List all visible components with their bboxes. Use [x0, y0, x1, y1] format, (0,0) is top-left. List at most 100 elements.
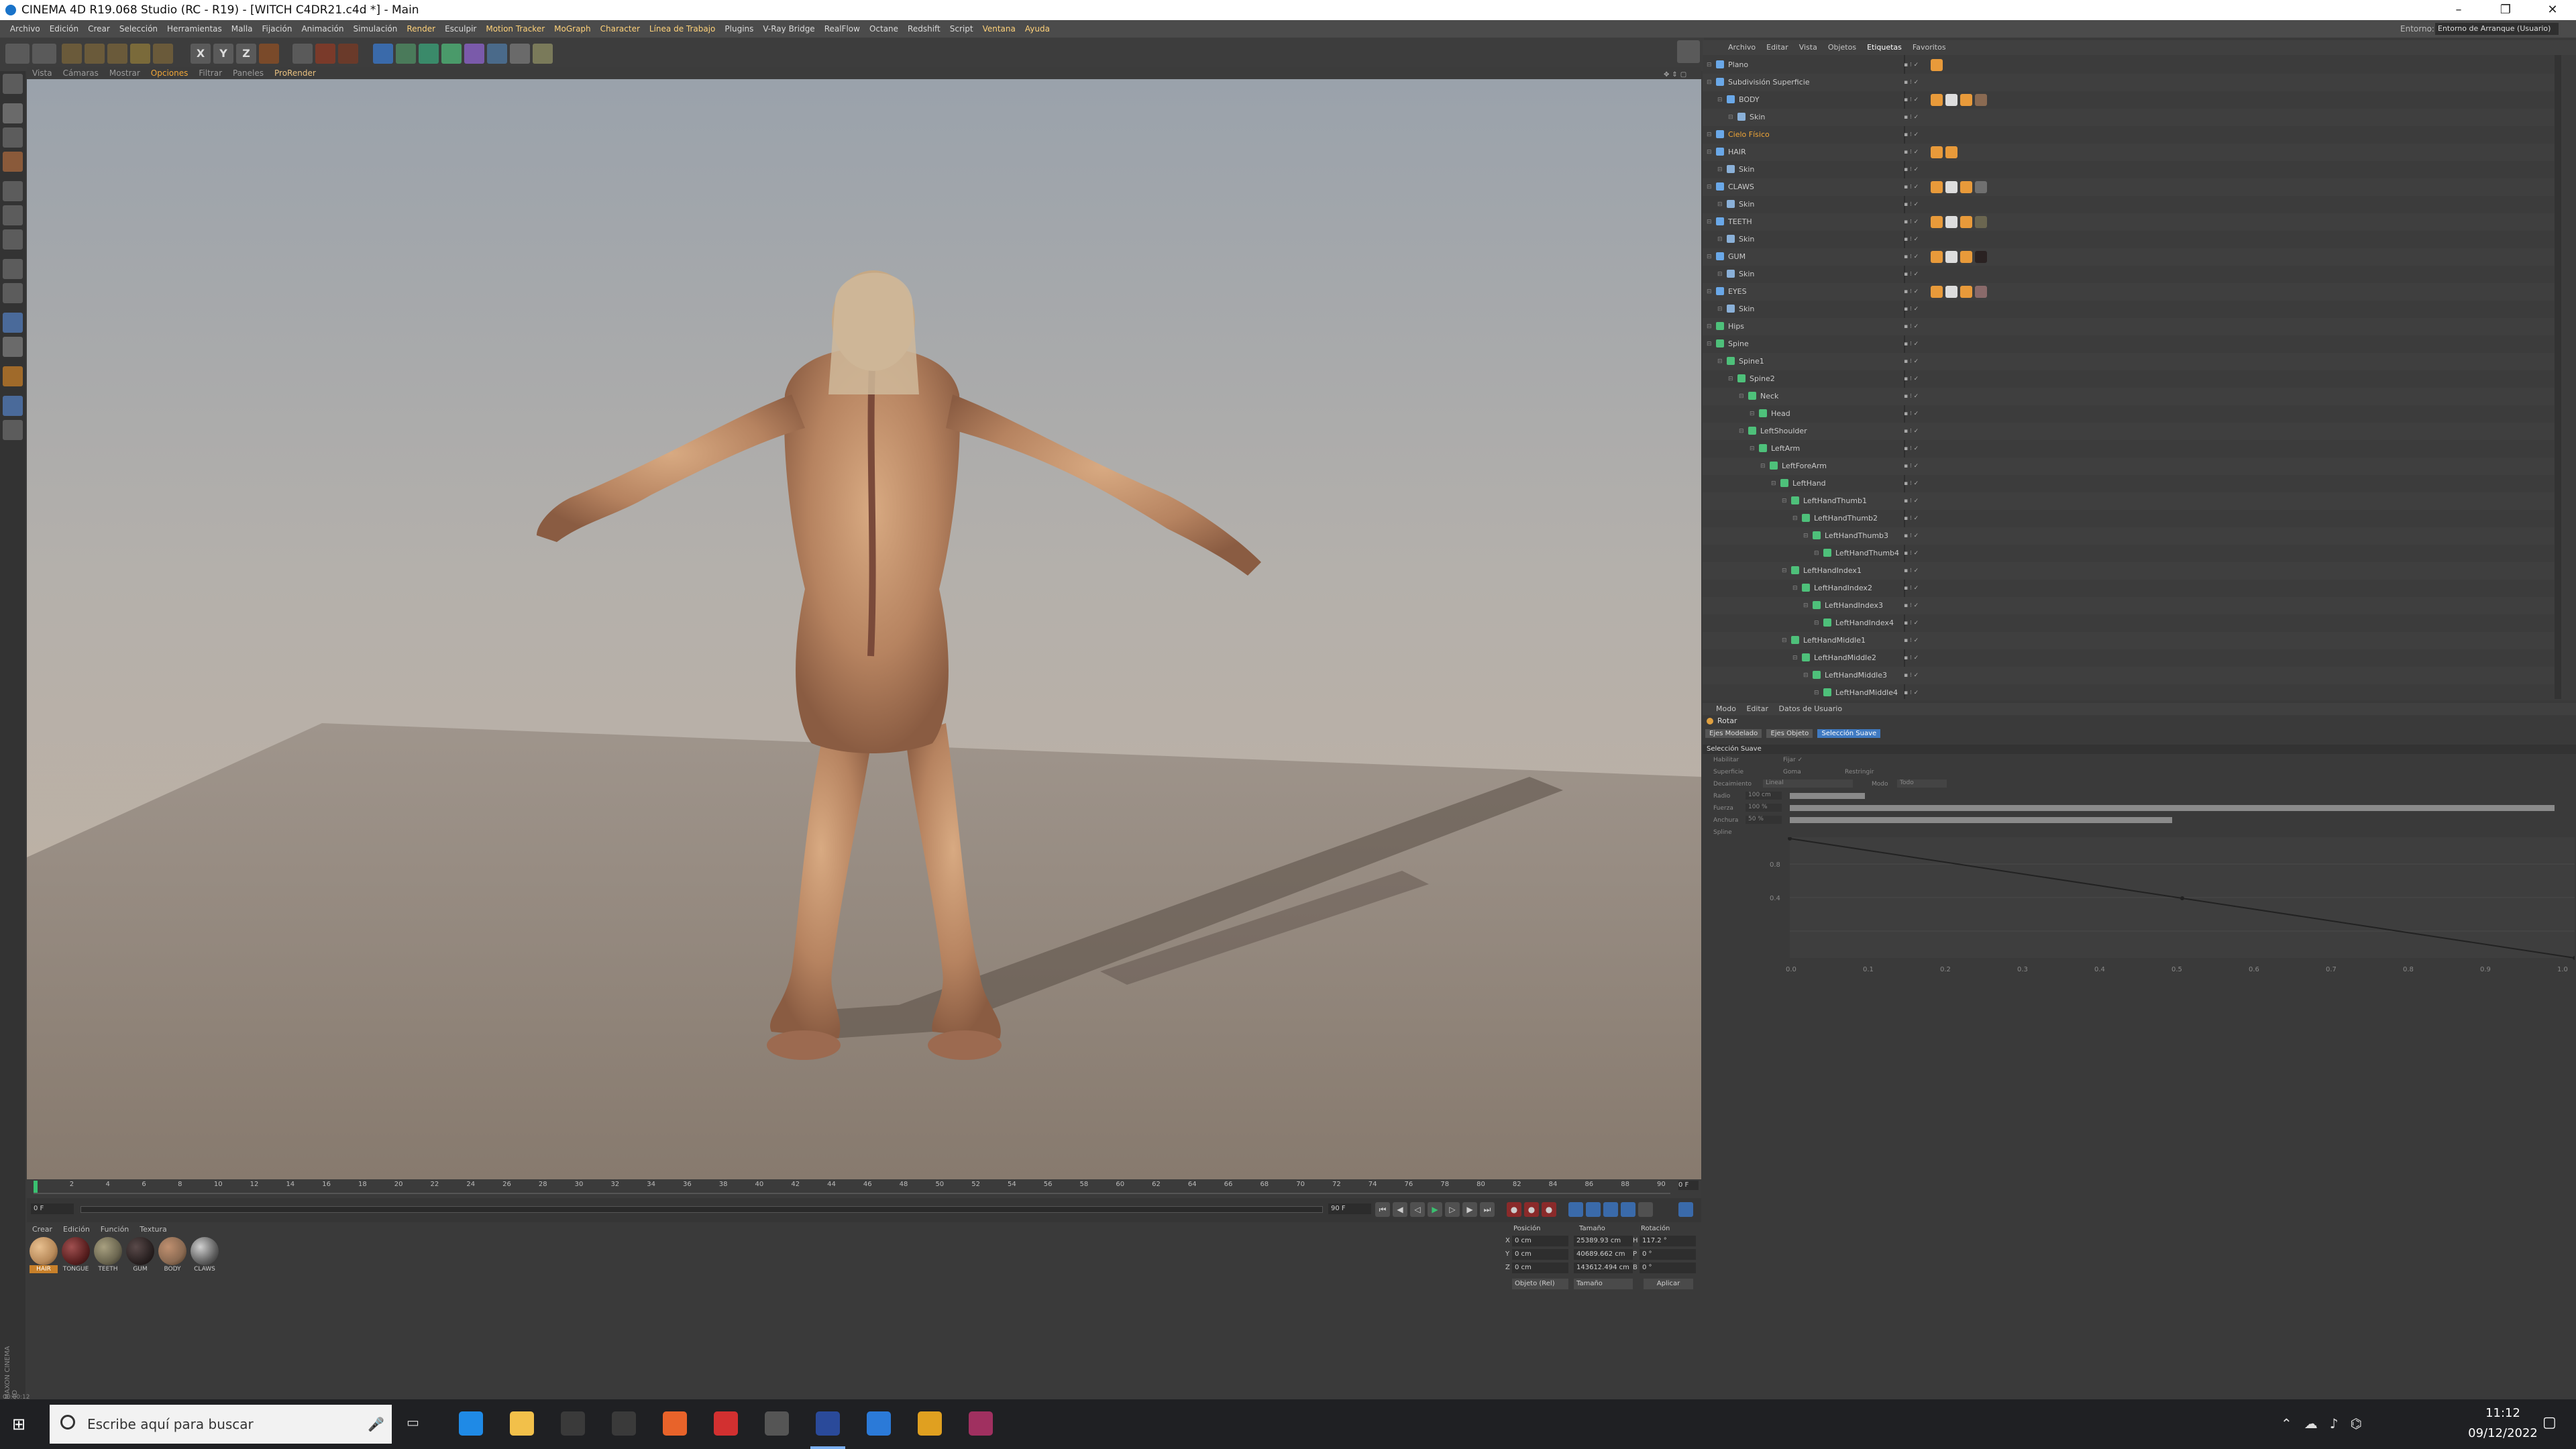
- material-menu-funcion[interactable]: Función: [95, 1224, 134, 1236]
- menu-linea-de-trabajo[interactable]: Línea de Trabajo: [645, 20, 720, 38]
- expand-toggle-icon[interactable]: ⊟: [1717, 91, 1723, 109]
- menu-render[interactable]: Render: [402, 20, 440, 38]
- expand-toggle-icon[interactable]: ⊟: [1707, 126, 1712, 144]
- render-settings-button[interactable]: [338, 44, 358, 64]
- expand-toggle-icon[interactable]: ⊟: [1728, 109, 1733, 126]
- object-row[interactable]: ⊟ LeftHandMiddle4 ▪ ⁝ ✓: [1703, 684, 2555, 700]
- decaimiento-dropdown[interactable]: Lineal: [1763, 780, 1853, 788]
- tag-icon[interactable]: [1960, 251, 1972, 263]
- layer-button[interactable]: [3, 420, 23, 440]
- tag-icon[interactable]: [1975, 216, 1987, 228]
- expand-toggle-icon[interactable]: ⊟: [1782, 492, 1787, 510]
- subdivision-button[interactable]: [419, 44, 439, 64]
- expand-toggle-icon[interactable]: ⊟: [1717, 266, 1723, 283]
- visibility-flags-icon[interactable]: ▪ ⁝ ✓: [1904, 550, 1920, 557]
- tab-ejes-modelado[interactable]: Ejes Modelado: [1705, 729, 1762, 738]
- playhead[interactable]: [34, 1181, 38, 1193]
- menu-malla[interactable]: Malla: [227, 20, 258, 38]
- clock-date[interactable]: 09/12/2022: [2453, 1426, 2553, 1440]
- frame-range-slider[interactable]: [80, 1206, 1323, 1213]
- object-row[interactable]: ⊟ CLAWS ▪ ⁝ ✓: [1703, 178, 2555, 196]
- object-row[interactable]: ⊟ Spine ▪ ⁝ ✓: [1703, 335, 2555, 353]
- expand-toggle-icon[interactable]: ⊟: [1814, 684, 1819, 700]
- visibility-flags-icon[interactable]: ▪ ⁝ ✓: [1904, 620, 1920, 627]
- object-row[interactable]: ⊟ LeftHandThumb3 ▪ ⁝ ✓: [1703, 527, 2555, 545]
- snap-button[interactable]: [3, 313, 23, 333]
- expand-toggle-icon[interactable]: ⊟: [1803, 597, 1809, 614]
- om-menu-editar[interactable]: Editar: [1761, 40, 1794, 55]
- object-row[interactable]: ⊟ Spine1 ▪ ⁝ ✓: [1703, 353, 2555, 370]
- material-menu-textura[interactable]: Textura: [134, 1224, 172, 1236]
- tab-seleccion-suave[interactable]: Selección Suave: [1817, 729, 1881, 738]
- tag-icon[interactable]: [1945, 146, 1957, 158]
- object-row[interactable]: ⊟ LeftHandThumb1 ▪ ⁝ ✓: [1703, 492, 2555, 510]
- viewport-menu-prorender[interactable]: ProRender: [269, 67, 321, 79]
- material-menu-edicion[interactable]: Edición: [58, 1224, 95, 1236]
- expand-toggle-icon[interactable]: ⊟: [1707, 74, 1712, 91]
- fijar-checkbox[interactable]: Fijar ✓: [1783, 757, 1803, 763]
- close-button[interactable]: ✕: [2529, 0, 2576, 20]
- render-picture-viewer-button[interactable]: [315, 44, 335, 64]
- visibility-flags-icon[interactable]: ▪ ⁝ ✓: [1904, 690, 1920, 696]
- attr-menu-datos[interactable]: Datos de Usuario: [1775, 704, 1847, 713]
- expand-toggle-icon[interactable]: ⊟: [1717, 196, 1723, 213]
- clock-time[interactable]: 11:12: [2466, 1406, 2540, 1420]
- texture-mode-button[interactable]: [3, 127, 23, 148]
- visibility-flags-icon[interactable]: ▪ ⁝ ✓: [1904, 672, 1920, 679]
- fuerza-field[interactable]: 100 %: [1746, 804, 1782, 812]
- menu-ayuda[interactable]: Ayuda: [1020, 20, 1055, 38]
- size-y-field[interactable]: 40689.662 cm: [1574, 1249, 1633, 1260]
- menu-herramientas[interactable]: Herramientas: [162, 20, 227, 38]
- viewport-menu-paneles[interactable]: Paneles: [227, 67, 269, 79]
- attr-menu-modo[interactable]: Modo: [1703, 704, 1740, 713]
- mail-icon[interactable]: [612, 1411, 636, 1436]
- menu-motion-tracker[interactable]: Motion Tracker: [481, 20, 549, 38]
- tag-icon[interactable]: [1931, 216, 1943, 228]
- visibility-flags-icon[interactable]: ▪ ⁝ ✓: [1904, 219, 1920, 225]
- expand-toggle-icon[interactable]: ⊟: [1750, 405, 1755, 423]
- menu-octane[interactable]: Octane: [865, 20, 903, 38]
- object-row[interactable]: ⊟ LeftHandThumb2 ▪ ⁝ ✓: [1703, 510, 2555, 527]
- visibility-flags-icon[interactable]: ▪ ⁝ ✓: [1904, 515, 1920, 522]
- tag-icon[interactable]: [1945, 181, 1957, 193]
- viewport-menu-mostrar[interactable]: Mostrar: [104, 67, 146, 79]
- locked-workplane-button[interactable]: [3, 337, 23, 357]
- paint-button[interactable]: [3, 396, 23, 416]
- model-mode-button[interactable]: [3, 103, 23, 123]
- store-icon[interactable]: [561, 1411, 585, 1436]
- pos-x-field[interactable]: 0 cm: [1512, 1236, 1568, 1246]
- camera-button[interactable]: [510, 44, 530, 64]
- visibility-flags-icon[interactable]: ▪ ⁝ ✓: [1904, 480, 1920, 487]
- expand-toggle-icon[interactable]: ⊟: [1707, 283, 1712, 301]
- expand-toggle-icon[interactable]: ⊟: [1717, 161, 1723, 178]
- axis-mode-button[interactable]: [3, 259, 23, 279]
- expand-toggle-icon[interactable]: ⊟: [1792, 510, 1798, 527]
- visibility-flags-icon[interactable]: ▪ ⁝ ✓: [1904, 149, 1920, 156]
- object-row[interactable]: ⊟ LeftForeArm ▪ ⁝ ✓: [1703, 458, 2555, 475]
- expand-toggle-icon[interactable]: ⊟: [1707, 178, 1712, 196]
- tag-icon[interactable]: [1931, 94, 1943, 106]
- material-claws[interactable]: CLAWS: [191, 1237, 219, 1275]
- notifications-icon[interactable]: ▢: [2542, 1414, 2563, 1434]
- x-axis-button[interactable]: X: [191, 44, 211, 64]
- y-axis-button[interactable]: Y: [213, 44, 233, 64]
- z-axis-button[interactable]: Z: [236, 44, 256, 64]
- visibility-flags-icon[interactable]: ▪ ⁝ ✓: [1904, 62, 1920, 68]
- coordinate-system-button[interactable]: [259, 44, 279, 64]
- pla-key-button[interactable]: [1638, 1202, 1653, 1217]
- tag-icon[interactable]: [1945, 216, 1957, 228]
- play-button[interactable]: ▶: [1428, 1202, 1442, 1217]
- object-row[interactable]: ⊟ LeftHandThumb4 ▪ ⁝ ✓: [1703, 545, 2555, 562]
- object-row[interactable]: ⊟ BODY ▪ ⁝ ✓: [1703, 91, 2555, 109]
- object-row[interactable]: ⊟ Hips ▪ ⁝ ✓: [1703, 318, 2555, 335]
- object-row[interactable]: ⊟ Skin ▪ ⁝ ✓: [1703, 231, 2555, 248]
- om-menu-favoritos[interactable]: Favoritos: [1907, 40, 1951, 55]
- menu-redshift[interactable]: Redshift: [903, 20, 945, 38]
- expand-toggle-icon[interactable]: ⊟: [1707, 248, 1712, 266]
- tab-ejes-objeto[interactable]: Ejes Objeto: [1766, 729, 1813, 738]
- object-row[interactable]: ⊟ Skin ▪ ⁝ ✓: [1703, 196, 2555, 213]
- pen-tool-button[interactable]: [396, 44, 416, 64]
- workplane-button[interactable]: [3, 152, 23, 172]
- goma-checkbox[interactable]: Goma: [1783, 769, 1801, 775]
- visibility-flags-icon[interactable]: ▪ ⁝ ✓: [1904, 358, 1920, 365]
